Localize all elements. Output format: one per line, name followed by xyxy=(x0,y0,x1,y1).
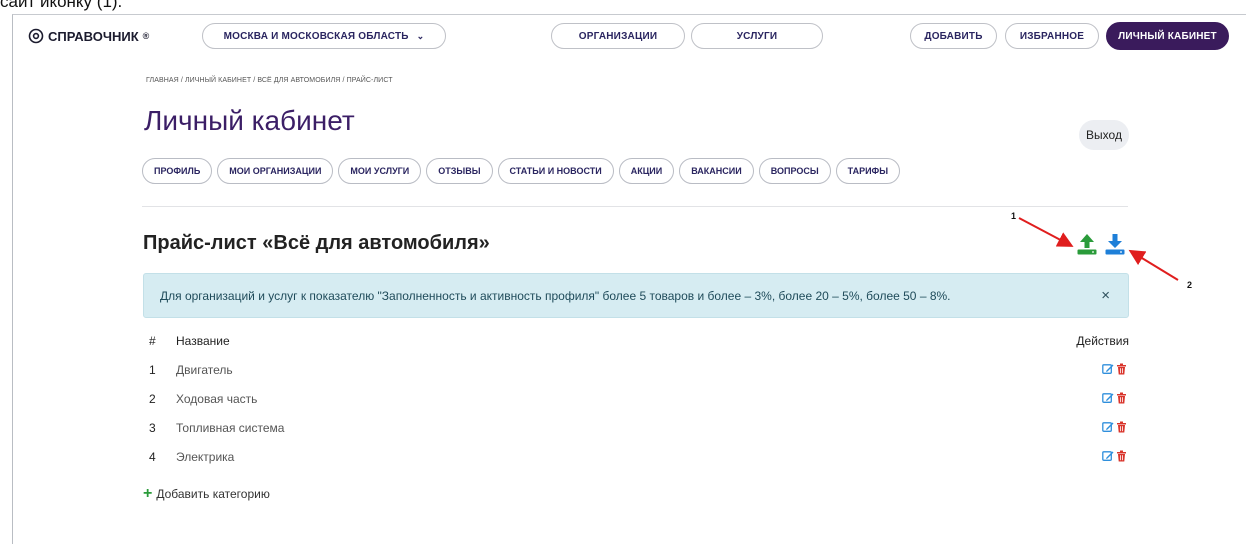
location-pin-icon xyxy=(28,28,44,44)
site-header: СПРАВОЧНИК ® МОСКВА И МОСКОВСКАЯ ОБЛАСТЬ … xyxy=(12,16,1246,60)
breadcrumb[interactable]: ГЛАВНАЯ / ЛИЧНЫЙ КАБИНЕТ / ВСЁ ДЛЯ АВТОМ… xyxy=(146,77,393,84)
add-category-link[interactable]: + Добавить категорию xyxy=(143,486,270,502)
add-category-label: Добавить категорию xyxy=(156,487,270,501)
page-title: Личный кабинет xyxy=(144,105,355,136)
column-header-actions: Действия xyxy=(1076,333,1129,348)
add-button[interactable]: ДОБАВИТЬ xyxy=(910,23,997,49)
edit-icon[interactable] xyxy=(1102,392,1114,404)
site-logo[interactable]: СПРАВОЧНИК ® xyxy=(28,28,149,44)
chevron-down-icon: ⌄ xyxy=(416,30,425,41)
logout-button[interactable]: Выход xyxy=(1079,120,1129,150)
table-row: 1 Двигатель xyxy=(143,355,1129,384)
tab-vacancies[interactable]: ВАКАНСИИ xyxy=(679,158,754,184)
annotation-1: 1 xyxy=(1011,211,1017,221)
row-number: 4 xyxy=(149,449,156,464)
close-icon[interactable]: × xyxy=(1101,287,1110,304)
annotation-2: 2 xyxy=(1187,280,1193,290)
delete-icon[interactable] xyxy=(1116,421,1127,433)
tab-tariffs[interactable]: ТАРИФЫ xyxy=(835,158,901,184)
tab-my-organizations[interactable]: МОИ ОРГАНИЗАЦИИ xyxy=(217,158,334,184)
pricelist-title: Прайс-лист «Всё для автомобиля» xyxy=(143,232,490,254)
row-actions xyxy=(1102,392,1127,404)
nav-organizations[interactable]: ОРГАНИЗАЦИИ xyxy=(551,23,685,49)
column-header-name: Название xyxy=(176,333,230,348)
region-select[interactable]: МОСКВА И МОСКОВСКАЯ ОБЛАСТЬ ⌄ xyxy=(202,23,446,49)
row-number: 2 xyxy=(149,391,156,406)
row-number: 1 xyxy=(149,362,156,377)
edit-icon[interactable] xyxy=(1102,421,1114,433)
table-row: 3 Топливная система xyxy=(143,413,1129,442)
personal-cabinet-button[interactable]: ЛИЧНЫЙ КАБИНЕТ xyxy=(1106,22,1229,50)
info-alert: Для организаций и услуг к показателю "За… xyxy=(143,273,1129,318)
cabinet-tabs: ПРОФИЛЬ МОИ ОРГАНИЗАЦИИ МОИ УСЛУГИ ОТЗЫВ… xyxy=(142,158,901,184)
tab-profile[interactable]: ПРОФИЛЬ xyxy=(142,158,213,184)
category-name[interactable]: Ходовая часть xyxy=(176,392,257,406)
tab-promotions[interactable]: АКЦИИ xyxy=(618,158,675,184)
table-header-row: # Название Действия xyxy=(143,326,1129,355)
tab-articles-news[interactable]: СТАТЬИ И НОВОСТИ xyxy=(497,158,614,184)
column-header-number: # xyxy=(149,333,156,348)
row-actions xyxy=(1102,363,1127,375)
registered-mark: ® xyxy=(142,31,150,41)
upload-icon[interactable] xyxy=(1076,232,1098,256)
edit-icon[interactable] xyxy=(1102,450,1114,462)
delete-icon[interactable] xyxy=(1116,392,1127,404)
alert-text: Для организаций и услуг к показателю "За… xyxy=(160,288,951,303)
top-caption: сайт иконку (1). xyxy=(0,0,123,11)
tab-my-services[interactable]: МОИ УСЛУГИ xyxy=(338,158,422,184)
region-label: МОСКВА И МОСКОВСКАЯ ОБЛАСТЬ xyxy=(223,30,409,42)
table-row: 2 Ходовая часть xyxy=(143,384,1129,413)
download-icon[interactable] xyxy=(1104,232,1126,256)
pricelist-table: # Название Действия 1 Двигатель 2 Ходова… xyxy=(143,326,1129,471)
category-name[interactable]: Топливная система xyxy=(176,421,284,435)
section-divider xyxy=(142,206,1128,207)
delete-icon[interactable] xyxy=(1116,450,1127,462)
row-actions xyxy=(1102,450,1127,462)
category-name[interactable]: Электрика xyxy=(176,450,234,464)
row-actions xyxy=(1102,421,1127,433)
delete-icon[interactable] xyxy=(1116,363,1127,375)
edit-icon[interactable] xyxy=(1102,363,1114,375)
tab-questions[interactable]: ВОПРОСЫ xyxy=(758,158,831,184)
logo-text: СПРАВОЧНИК xyxy=(48,28,139,44)
favorites-button[interactable]: ИЗБРАННОЕ xyxy=(1005,23,1099,49)
category-name[interactable]: Двигатель xyxy=(176,363,233,377)
table-row: 4 Электрика xyxy=(143,442,1129,471)
row-number: 3 xyxy=(149,420,156,435)
nav-services[interactable]: УСЛУГИ xyxy=(691,23,823,49)
tab-reviews[interactable]: ОТЗЫВЫ xyxy=(426,158,493,184)
plus-icon: + xyxy=(143,485,153,502)
